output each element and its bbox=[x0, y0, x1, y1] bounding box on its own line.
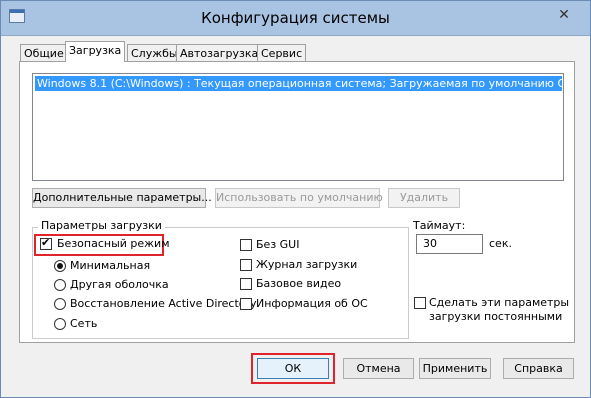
system-configuration-window: Конфигурация системы ✕ Общие Загрузка Сл… bbox=[0, 0, 591, 398]
safe-boot-label[interactable]: Безопасный режим bbox=[57, 237, 170, 251]
base-video-checkbox[interactable] bbox=[240, 278, 252, 290]
tab-general[interactable]: Общие bbox=[20, 44, 68, 61]
radio-minimal[interactable] bbox=[54, 260, 66, 272]
radio-network-label[interactable]: Сеть bbox=[70, 317, 97, 331]
radio-alternate-shell[interactable] bbox=[54, 279, 66, 291]
tab-boot[interactable]: Загрузка bbox=[65, 41, 126, 62]
tab-services[interactable]: Службы bbox=[127, 44, 182, 61]
radio-ad-repair[interactable] bbox=[54, 298, 66, 310]
cancel-button[interactable]: Отмена bbox=[343, 358, 414, 379]
set-default-button[interactable]: Использовать по умолчанию bbox=[215, 188, 383, 208]
help-button[interactable]: Справка bbox=[503, 358, 574, 379]
radio-minimal-label[interactable]: Минимальная bbox=[70, 259, 150, 273]
boot-options-title: Параметры загрузки bbox=[38, 219, 165, 233]
make-persistent-label-line1[interactable]: Сделать эти параметры bbox=[429, 296, 569, 310]
close-icon[interactable]: ✕ bbox=[549, 4, 579, 26]
radio-alternate-shell-label[interactable]: Другая оболочка bbox=[70, 278, 169, 292]
advanced-options-button[interactable]: Дополнительные параметры... bbox=[32, 188, 212, 208]
os-boot-info-checkbox[interactable] bbox=[240, 298, 252, 310]
boot-log-label[interactable]: Журнал загрузки bbox=[256, 258, 357, 272]
no-gui-boot-checkbox[interactable] bbox=[240, 239, 252, 251]
timeout-label: Таймаут: bbox=[413, 219, 466, 232]
no-gui-boot-label[interactable]: Без GUI bbox=[256, 238, 299, 252]
radio-ad-repair-label[interactable]: Восстановление Active Directory bbox=[70, 297, 257, 311]
boot-log-checkbox[interactable] bbox=[240, 259, 252, 271]
tab-startup[interactable]: Автозагрузка bbox=[176, 44, 263, 61]
window-title: Конфигурация системы bbox=[201, 9, 390, 27]
base-video-label[interactable]: Базовое видео bbox=[256, 277, 341, 291]
delete-button[interactable]: Удалить bbox=[388, 188, 460, 208]
apply-button[interactable]: Применить bbox=[419, 358, 491, 379]
timeout-unit-label: сек. bbox=[489, 237, 512, 250]
tab-tools[interactable]: Сервис bbox=[257, 44, 307, 61]
radio-network[interactable] bbox=[54, 318, 66, 330]
make-persistent-label-line2[interactable]: загрузки постоянными bbox=[429, 310, 562, 324]
safe-boot-checkbox[interactable] bbox=[40, 236, 52, 250]
timeout-input[interactable]: 30 bbox=[416, 234, 483, 254]
os-list[interactable]: Windows 8.1 (C:\Windows) : Текущая опера… bbox=[32, 73, 564, 181]
make-persistent-checkbox[interactable] bbox=[414, 297, 426, 309]
os-list-item[interactable]: Windows 8.1 (C:\Windows) : Текущая опера… bbox=[35, 76, 562, 91]
title-bar[interactable]: Конфигурация системы ✕ bbox=[1, 1, 590, 36]
ok-button[interactable]: ОК bbox=[257, 358, 329, 379]
os-boot-info-label[interactable]: Информация об ОС bbox=[256, 297, 368, 311]
